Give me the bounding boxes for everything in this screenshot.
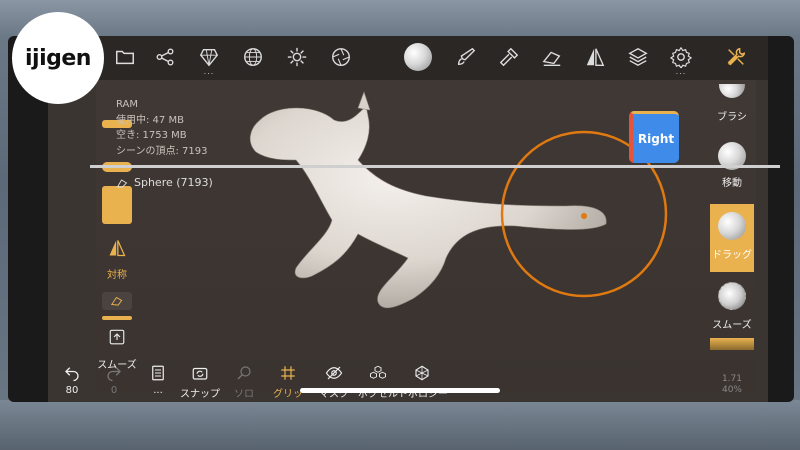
- voxel-button[interactable]: ボクセル: [354, 364, 402, 400]
- symmetry-label[interactable]: 対称: [87, 266, 147, 281]
- bottom-toolbar: 80 0 ... スナップ ソロ グリッ マスク ボクセル トポロジー: [48, 356, 452, 402]
- menu-dots: ...: [203, 67, 215, 76]
- brush-tool[interactable]: ブラシ: [710, 84, 754, 123]
- redo-icon: [107, 367, 121, 382]
- zoom-line-2: 40%: [721, 385, 742, 395]
- book-icon: [152, 365, 164, 381]
- right-brush-panel: ブラシ 移動 ドラッグ スムーズ: [710, 84, 754, 354]
- scene-vertices: シーンの頂点: 7193: [116, 145, 208, 157]
- ijigen-logo: ijigen: [12, 12, 104, 104]
- layers-button[interactable]: ...: [134, 364, 182, 396]
- brush-list-fade: [710, 338, 754, 350]
- top-toolbar: ... ...: [48, 36, 768, 80]
- eraser-mask-icon[interactable]: [537, 42, 567, 72]
- device-frame: ... ... 対称 スムーズ ブラシ 移動 ドラッグ スムーズ: [8, 36, 794, 402]
- smooth-brush-icon: [718, 282, 746, 310]
- navigation-cube[interactable]: Right: [629, 111, 679, 163]
- background-top: [0, 0, 800, 36]
- horizon-line: [90, 165, 780, 168]
- layers-dots: ...: [153, 385, 163, 396]
- undo-icon: [65, 367, 79, 382]
- grid-icon: [281, 366, 295, 380]
- zoom-readout: 1.71 40%: [712, 374, 742, 396]
- mesh-icon: [116, 178, 128, 187]
- brush-center-dot: [581, 213, 587, 219]
- folder-icon[interactable]: [110, 42, 140, 72]
- redo-count: 0: [110, 385, 118, 396]
- ram-info: RAM 使用中: 47 MB 空き: 1753 MB シーンの頂点: 7193: [116, 97, 208, 159]
- camera-aperture-icon[interactable]: [326, 42, 356, 72]
- smooth-tool[interactable]: スムーズ: [710, 282, 754, 331]
- redo-button[interactable]: 0: [90, 364, 138, 396]
- solo-label: ソロ: [234, 389, 254, 400]
- drag-tool[interactable]: ドラッグ: [710, 204, 754, 272]
- grid-button[interactable]: グリッ: [264, 364, 312, 400]
- zoom-line-1: 1.71: [721, 374, 742, 384]
- tools-wrench-icon[interactable]: [721, 42, 751, 72]
- material-ball-icon[interactable]: [401, 40, 435, 74]
- light-icon[interactable]: [282, 42, 312, 72]
- wireframe-sphere-icon[interactable]: [238, 42, 268, 72]
- topology-icon: [415, 365, 429, 381]
- paint-brush-icon[interactable]: [451, 42, 481, 72]
- settings-gear-icon[interactable]: ...: [666, 42, 696, 76]
- drag-brush-icon: [718, 212, 746, 240]
- color-swatch[interactable]: [102, 186, 132, 224]
- divider-bar: [102, 316, 132, 320]
- background-bottom: [0, 400, 800, 450]
- undo-count: 80: [65, 385, 79, 396]
- ram-used: 使用中: 47 MB: [116, 114, 184, 126]
- voxel-cubes-icon: [370, 365, 386, 379]
- object-name: Sphere (7193): [134, 176, 213, 189]
- solo-button[interactable]: ソロ: [220, 364, 268, 400]
- snap-label: スナップ: [180, 389, 220, 400]
- layers-icon[interactable]: [623, 42, 653, 72]
- app-screen: ... ... 対称 スムーズ: [48, 36, 768, 402]
- undo-button[interactable]: 80: [48, 364, 96, 396]
- symmetry-toggle-icon[interactable]: [107, 238, 127, 258]
- left-tool-panel: 対称 スムーズ: [96, 120, 138, 390]
- snap-button[interactable]: スナップ: [176, 364, 224, 400]
- snap-camera-icon: [192, 367, 208, 380]
- smooth-toggle-icon[interactable]: [108, 328, 126, 346]
- home-indicator[interactable]: [300, 388, 500, 393]
- symmetry-icon[interactable]: [580, 42, 610, 72]
- stroke-tool-button[interactable]: [102, 292, 132, 310]
- mask-button[interactable]: マスク: [310, 364, 358, 400]
- menu-dots: ...: [675, 67, 687, 76]
- hammer-icon[interactable]: [494, 42, 524, 72]
- ram-title: RAM: [116, 99, 139, 110]
- gem-tools-icon[interactable]: ...: [194, 42, 224, 76]
- ram-free: 空き: 1753 MB: [116, 130, 187, 141]
- search-icon: [237, 366, 251, 380]
- scene-graph-icon[interactable]: [150, 42, 180, 72]
- active-object[interactable]: Sphere (7193): [116, 176, 213, 189]
- hidden-eye-icon: [325, 366, 343, 380]
- topology-button[interactable]: トポロジー: [398, 364, 448, 400]
